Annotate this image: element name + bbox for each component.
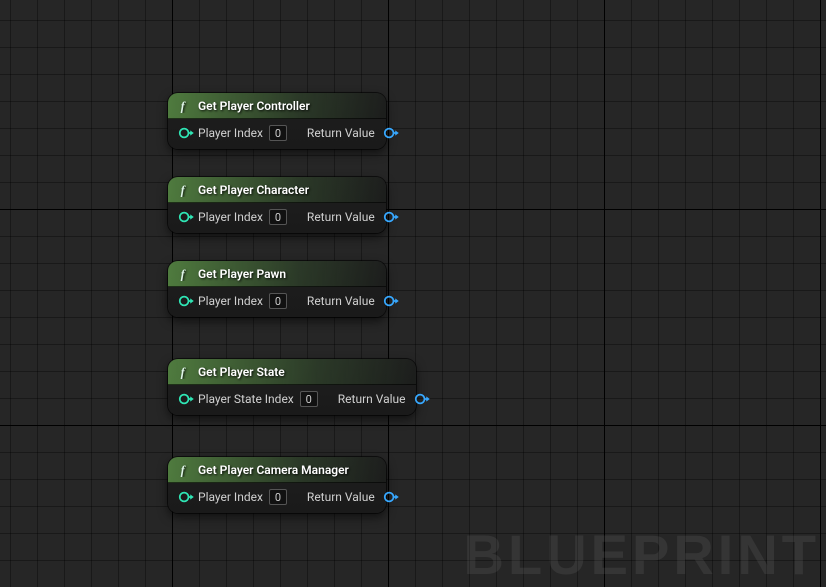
input-pin-icon[interactable] bbox=[178, 294, 192, 308]
output-pin-row[interactable]: Return Value bbox=[307, 210, 397, 224]
output-pin-icon[interactable] bbox=[383, 126, 397, 140]
input-pin-row[interactable]: Player Index 0 bbox=[178, 293, 287, 309]
input-pin-row[interactable]: Player State Index 0 bbox=[178, 391, 318, 407]
node-header[interactable]: f Get Player Camera Manager bbox=[168, 457, 386, 483]
input-pin-row[interactable]: Player Index 0 bbox=[178, 125, 287, 141]
svg-text:f: f bbox=[181, 267, 187, 281]
node-title: Get Player State bbox=[198, 365, 285, 379]
output-pin-label: Return Value bbox=[307, 490, 375, 504]
output-pin-icon[interactable] bbox=[414, 392, 428, 406]
input-pin-label: Player Index bbox=[198, 126, 263, 140]
input-pin-icon[interactable] bbox=[178, 490, 192, 504]
node-title: Get Player Camera Manager bbox=[198, 463, 349, 477]
input-pin-label: Player Index bbox=[198, 490, 263, 504]
function-icon: f bbox=[178, 365, 192, 379]
function-icon: f bbox=[178, 463, 192, 477]
get-player-pawn-node[interactable]: f Get Player Pawn Player Index 0 Return … bbox=[168, 261, 386, 317]
output-pin-icon[interactable] bbox=[383, 294, 397, 308]
input-pin-value[interactable]: 0 bbox=[300, 391, 318, 407]
input-pin-label: Player State Index bbox=[198, 392, 294, 406]
svg-text:f: f bbox=[181, 99, 187, 113]
node-body: Player Index 0 Return Value bbox=[168, 119, 386, 149]
svg-text:f: f bbox=[181, 365, 187, 379]
input-pin-value[interactable]: 0 bbox=[269, 209, 287, 225]
input-pin-row[interactable]: Player Index 0 bbox=[178, 489, 287, 505]
output-pin-label: Return Value bbox=[307, 210, 375, 224]
node-header[interactable]: f Get Player Character bbox=[168, 177, 386, 203]
node-body: Player State Index 0 Return Value bbox=[168, 385, 416, 415]
output-pin-row[interactable]: Return Value bbox=[307, 294, 397, 308]
node-title: Get Player Pawn bbox=[198, 267, 286, 281]
function-icon: f bbox=[178, 267, 192, 281]
node-title: Get Player Character bbox=[198, 183, 309, 197]
svg-text:f: f bbox=[181, 183, 187, 197]
output-pin-label: Return Value bbox=[307, 126, 375, 140]
output-pin-row[interactable]: Return Value bbox=[307, 490, 397, 504]
output-pin-label: Return Value bbox=[307, 294, 375, 308]
input-pin-row[interactable]: Player Index 0 bbox=[178, 209, 287, 225]
get-player-character-node[interactable]: f Get Player Character Player Index 0 Re… bbox=[168, 177, 386, 233]
svg-text:f: f bbox=[181, 463, 187, 477]
input-pin-value[interactable]: 0 bbox=[269, 293, 287, 309]
function-icon: f bbox=[178, 99, 192, 113]
input-pin-label: Player Index bbox=[198, 294, 263, 308]
input-pin-icon[interactable] bbox=[178, 392, 192, 406]
node-header[interactable]: f Get Player Pawn bbox=[168, 261, 386, 287]
output-pin-row[interactable]: Return Value bbox=[307, 126, 397, 140]
input-pin-value[interactable]: 0 bbox=[269, 489, 287, 505]
input-pin-value[interactable]: 0 bbox=[269, 125, 287, 141]
output-pin-label: Return Value bbox=[338, 392, 406, 406]
node-title: Get Player Controller bbox=[198, 99, 310, 113]
output-pin-icon[interactable] bbox=[383, 210, 397, 224]
get-player-camera-manager-node[interactable]: f Get Player Camera Manager Player Index… bbox=[168, 457, 386, 513]
output-pin-row[interactable]: Return Value bbox=[338, 392, 428, 406]
node-body: Player Index 0 Return Value bbox=[168, 483, 386, 513]
node-body: Player Index 0 Return Value bbox=[168, 287, 386, 317]
node-header[interactable]: f Get Player State bbox=[168, 359, 416, 385]
input-pin-icon[interactable] bbox=[178, 126, 192, 140]
get-player-state-node[interactable]: f Get Player State Player State Index 0 … bbox=[168, 359, 416, 415]
node-header[interactable]: f Get Player Controller bbox=[168, 93, 386, 119]
function-icon: f bbox=[178, 183, 192, 197]
input-pin-label: Player Index bbox=[198, 210, 263, 224]
get-player-controller-node[interactable]: f Get Player Controller Player Index 0 R… bbox=[168, 93, 386, 149]
node-body: Player Index 0 Return Value bbox=[168, 203, 386, 233]
output-pin-icon[interactable] bbox=[383, 490, 397, 504]
input-pin-icon[interactable] bbox=[178, 210, 192, 224]
blueprint-grid[interactable] bbox=[0, 0, 826, 587]
